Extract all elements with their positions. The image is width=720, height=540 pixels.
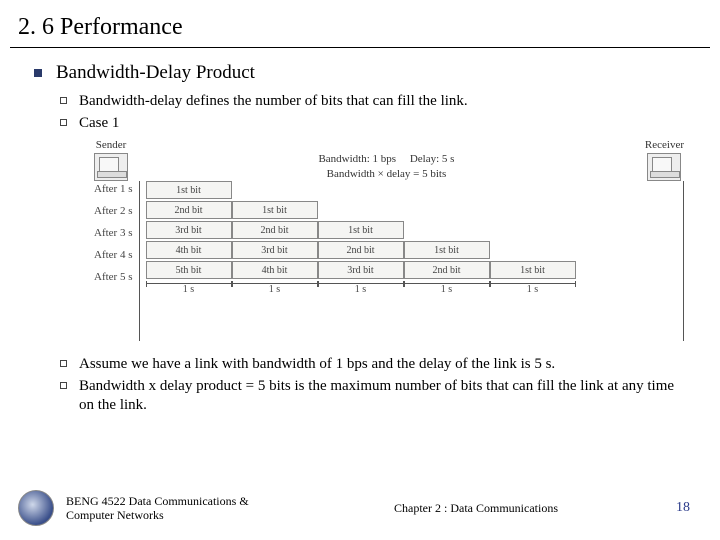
- bullet-open-square-icon: [60, 97, 67, 104]
- sub-bullet: Assume we have a link with bandwidth of …: [60, 355, 680, 375]
- bit-cell: 1st bit: [318, 221, 404, 239]
- bit-row: 5th bit4th bit3rd bit2nd bit1st bit: [146, 261, 678, 279]
- bit-cell: 1st bit: [490, 261, 576, 279]
- sub2-text: Case 1: [79, 114, 119, 134]
- computer-icon: [647, 153, 681, 181]
- sender-vline: [139, 181, 140, 341]
- page-number: 18: [676, 500, 690, 516]
- bit-cell: 4th bit: [232, 261, 318, 279]
- row-label: After 3 s: [94, 227, 133, 247]
- row-label: After 2 s: [94, 205, 133, 225]
- receiver-vline: [683, 181, 684, 341]
- bit-cell: 3rd bit: [146, 221, 232, 239]
- sub1-text: Bandwidth-delay defines the number of bi…: [79, 92, 468, 112]
- sub-bullet: Bandwidth x delay product = 5 bits is th…: [60, 377, 680, 416]
- time-axis: 1 s1 s1 s1 s1 s: [146, 283, 678, 299]
- axis-cell: 1 s: [490, 283, 576, 299]
- sender-label: Sender: [96, 139, 127, 151]
- bit-cell: 2nd bit: [404, 261, 490, 279]
- sub-bullets-bottom: Assume we have a link with bandwidth of …: [34, 355, 720, 416]
- axis-cell: 1 s: [232, 283, 318, 299]
- bullet-level1: Bandwidth-Delay Product: [34, 62, 720, 84]
- delay-label: Delay: 5 s: [410, 153, 455, 165]
- course-name: BENG 4522 Data Communications & Computer…: [66, 494, 276, 523]
- bit-cell: 3rd bit: [232, 241, 318, 259]
- main-bullet-text: Bandwidth-Delay Product: [56, 62, 255, 84]
- bit-cell: 1st bit: [146, 181, 232, 199]
- bit-grid: 1st bit2nd bit1st bit3rd bit2nd bit1st b…: [146, 181, 678, 299]
- bullet-open-square-icon: [60, 119, 67, 126]
- bit-row: 2nd bit1st bit: [146, 201, 678, 219]
- university-logo-icon: [18, 490, 54, 526]
- bit-cell: 2nd bit: [232, 221, 318, 239]
- figure-caption: Bandwidth: 1 bps Delay: 5 s Bandwidth × …: [128, 152, 645, 181]
- sub3-text: Assume we have a link with bandwidth of …: [79, 355, 555, 375]
- receiver-endpoint: Receiver: [645, 139, 684, 181]
- content-area: Bandwidth-Delay Product Bandwidth-delay …: [0, 48, 720, 416]
- sender-endpoint: Sender: [94, 139, 128, 181]
- sub4-text: Bandwidth x delay product = 5 bits is th…: [79, 377, 680, 416]
- bullet-square-icon: [34, 69, 42, 77]
- computer-icon: [94, 153, 128, 181]
- product-label: Bandwidth × delay = 5 bits: [327, 168, 447, 180]
- axis-cell: 1 s: [146, 283, 232, 299]
- receiver-label: Receiver: [645, 139, 684, 151]
- figure: Sender Bandwidth: 1 bps Delay: 5 s Bandw…: [94, 139, 684, 341]
- bit-row: 1st bit: [146, 181, 678, 199]
- bullet-open-square-icon: [60, 360, 67, 367]
- sub-bullets-top: Bandwidth-delay defines the number of bi…: [34, 92, 720, 133]
- bit-row: 3rd bit2nd bit1st bit: [146, 221, 678, 239]
- bandwidth-label: Bandwidth: 1 bps: [318, 153, 396, 165]
- bit-cell: 2nd bit: [146, 201, 232, 219]
- bit-cell: 2nd bit: [318, 241, 404, 259]
- bit-cell: 1st bit: [404, 241, 490, 259]
- row-labels: After 1 sAfter 2 sAfter 3 sAfter 4 sAfte…: [94, 181, 133, 291]
- bit-cell: 5th bit: [146, 261, 232, 279]
- axis-cell: 1 s: [318, 283, 404, 299]
- bit-row: 4th bit3rd bit2nd bit1st bit: [146, 241, 678, 259]
- section-title: 2. 6 Performance: [0, 0, 720, 47]
- bit-cell: 4th bit: [146, 241, 232, 259]
- bit-cell: 1st bit: [232, 201, 318, 219]
- bit-cell: 3rd bit: [318, 261, 404, 279]
- footer: BENG 4522 Data Communications & Computer…: [0, 490, 720, 526]
- figure-body: After 1 sAfter 2 sAfter 3 sAfter 4 sAfte…: [94, 181, 684, 341]
- sub-bullet: Case 1: [60, 114, 720, 134]
- row-label: After 5 s: [94, 271, 133, 291]
- bullet-open-square-icon: [60, 382, 67, 389]
- figure-header: Sender Bandwidth: 1 bps Delay: 5 s Bandw…: [94, 139, 684, 181]
- row-label: After 1 s: [94, 183, 133, 203]
- axis-cell: 1 s: [404, 283, 490, 299]
- chapter-name: Chapter 2 : Data Communications: [276, 501, 676, 516]
- row-label: After 4 s: [94, 249, 133, 269]
- sub-bullet: Bandwidth-delay defines the number of bi…: [60, 92, 720, 112]
